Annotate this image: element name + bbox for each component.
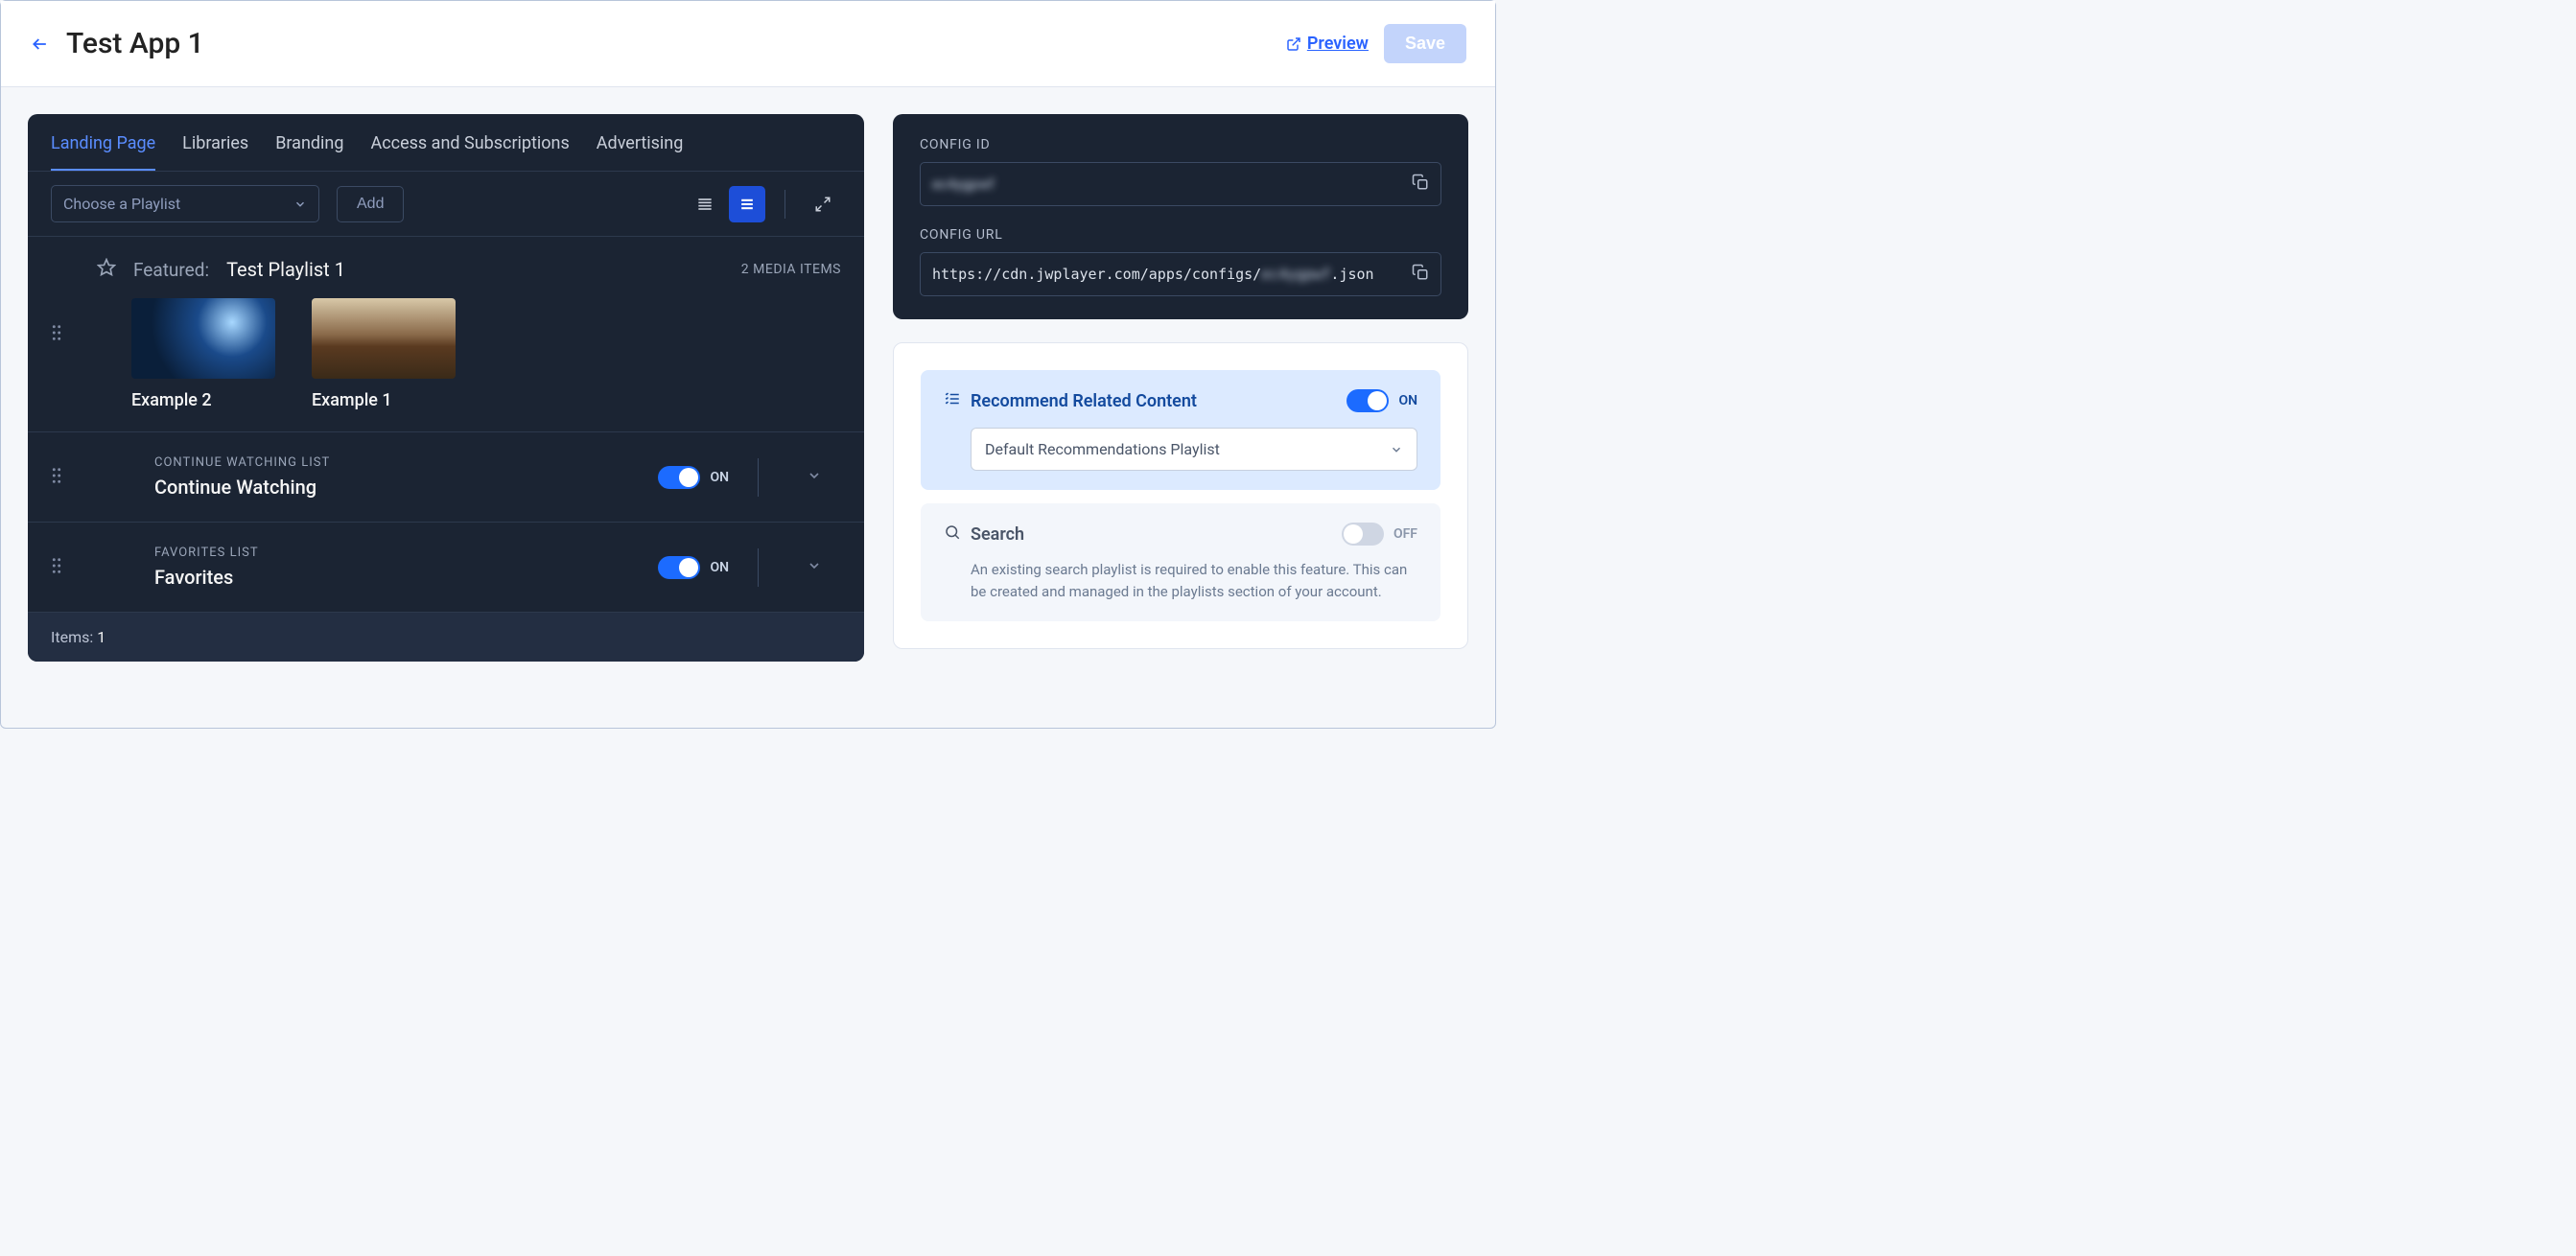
tab-access-subscriptions[interactable]: Access and Subscriptions — [370, 114, 569, 171]
search-title: Search — [971, 524, 1024, 545]
page-title: Test App 1 — [66, 27, 204, 60]
content-area: Landing Page Libraries Branding Access a… — [1, 87, 1495, 688]
copy-button[interactable] — [1412, 174, 1429, 195]
row-actions: ON — [658, 548, 841, 587]
drag-handle-icon[interactable] — [51, 467, 62, 488]
list-icon — [695, 195, 714, 214]
recommendations-select[interactable]: Default Recommendations Playlist — [971, 428, 1417, 471]
expand-icon — [814, 196, 831, 213]
expand-button[interactable] — [805, 186, 841, 222]
chevron-down-icon — [1390, 443, 1403, 456]
view-mode-buttons — [687, 186, 841, 222]
row-subtitle: FAVORITES LIST — [154, 546, 658, 560]
back-arrow-icon[interactable] — [30, 35, 51, 54]
config-panel: CONFIG ID ec4ygpwf CONFIG URL https://cd… — [893, 114, 1468, 319]
playlist-placeholder: Choose a Playlist — [63, 195, 180, 213]
row-title: Continue Watching — [154, 476, 658, 499]
config-url-field[interactable]: https://cdn.jwplayer.com/apps/configs/ec… — [920, 252, 1441, 296]
search-card: Search OFF An existing search playlist i… — [921, 503, 1440, 621]
thumbnail-image — [131, 298, 275, 379]
playlist-select[interactable]: Choose a Playlist — [51, 185, 319, 222]
thumbnails: Example 2 Example 1 — [51, 298, 841, 410]
preview-link[interactable]: Preview — [1286, 34, 1369, 54]
footer: Items: 1 — [28, 613, 864, 662]
expand-row-button[interactable] — [787, 558, 841, 577]
chevron-down-icon — [807, 468, 822, 483]
config-id-field[interactable]: ec4ygpwf — [920, 162, 1441, 206]
list-view-button[interactable] — [687, 186, 723, 222]
tab-advertising[interactable]: Advertising — [597, 114, 684, 171]
toggle-switch[interactable] — [1342, 523, 1384, 546]
recommend-toggle[interactable]: ON — [1347, 389, 1417, 412]
row-toggle[interactable]: ON — [658, 556, 729, 579]
card-header: Recommend Related Content ON — [944, 389, 1417, 412]
config-id-label: CONFIG ID — [920, 137, 1441, 152]
row-info: CONTINUE WATCHING LIST Continue Watching — [89, 455, 658, 499]
tab-libraries[interactable]: Libraries — [182, 114, 248, 171]
row-title: Favorites — [154, 566, 658, 589]
content-row: CONTINUE WATCHING LIST Continue Watching… — [28, 432, 864, 523]
toggle-label: ON — [710, 560, 729, 575]
external-link-icon — [1286, 36, 1301, 52]
sidebar: CONFIG ID ec4ygpwf CONFIG URL https://cd… — [893, 114, 1468, 649]
tab-landing-page[interactable]: Landing Page — [51, 114, 155, 171]
media-item[interactable]: Example 1 — [312, 298, 456, 410]
save-button[interactable]: Save — [1384, 24, 1466, 63]
toolbar: Choose a Playlist Add — [28, 172, 864, 237]
copy-icon — [1412, 264, 1429, 281]
recommend-icon — [944, 390, 961, 411]
chevron-down-icon — [807, 558, 822, 573]
config-url-label: CONFIG URL — [920, 227, 1441, 243]
search-hint: An existing search playlist is required … — [971, 559, 1417, 602]
preview-label: Preview — [1307, 34, 1369, 54]
search-icon — [944, 523, 961, 545]
thumbnail-image — [312, 298, 456, 379]
search-toggle[interactable]: OFF — [1342, 523, 1417, 546]
row-actions: ON — [658, 458, 841, 497]
items-count: 1 — [97, 628, 105, 646]
recommend-card: Recommend Related Content ON Default Rec… — [921, 370, 1440, 490]
toggle-switch[interactable] — [658, 556, 700, 579]
toggle-switch[interactable] — [1347, 389, 1389, 412]
header-right: Preview Save — [1286, 24, 1466, 63]
featured-title: Test Playlist 1 — [226, 258, 345, 281]
drag-handle-icon[interactable] — [51, 557, 62, 578]
row-info: FAVORITES LIST Favorites — [89, 546, 658, 589]
toggle-label: ON — [710, 470, 729, 485]
media-item-label: Example 2 — [131, 390, 275, 410]
main-panel: Landing Page Libraries Branding Access a… — [28, 114, 864, 662]
page-header: Test App 1 Preview Save — [1, 1, 1495, 87]
media-count: 2 MEDIA ITEMS — [741, 262, 841, 277]
header-left: Test App 1 — [30, 27, 204, 60]
star-icon — [97, 258, 116, 281]
media-item-label: Example 1 — [312, 390, 456, 410]
media-item[interactable]: Example 2 — [131, 298, 275, 410]
copy-icon — [1412, 174, 1429, 191]
toggle-label: OFF — [1393, 526, 1417, 542]
settings-panel: Recommend Related Content ON Default Rec… — [893, 342, 1468, 649]
featured-label: Featured: — [133, 259, 209, 281]
tabs: Landing Page Libraries Branding Access a… — [28, 114, 864, 172]
items-prefix: Items: — [51, 628, 93, 646]
content-row: FAVORITES LIST Favorites ON — [28, 523, 864, 613]
expand-row-button[interactable] — [787, 468, 841, 487]
featured-section: Featured: Test Playlist 1 2 MEDIA ITEMS … — [28, 237, 864, 432]
add-button[interactable]: Add — [337, 186, 404, 222]
copy-button[interactable] — [1412, 264, 1429, 285]
compact-list-icon — [738, 195, 757, 214]
toggle-label: ON — [1398, 393, 1417, 408]
recommend-title: Recommend Related Content — [971, 391, 1197, 411]
config-id-value: ec4ygpwf — [932, 175, 995, 193]
row-subtitle: CONTINUE WATCHING LIST — [154, 455, 658, 470]
compact-view-button[interactable] — [729, 186, 765, 222]
chevron-down-icon — [293, 198, 307, 211]
config-url-value: https://cdn.jwplayer.com/apps/configs/ec… — [932, 266, 1374, 283]
card-header: Search OFF — [944, 523, 1417, 546]
tab-branding[interactable]: Branding — [275, 114, 343, 171]
select-value: Default Recommendations Playlist — [985, 440, 1220, 458]
row-toggle[interactable]: ON — [658, 466, 729, 489]
toggle-switch[interactable] — [658, 466, 700, 489]
drag-handle-icon[interactable] — [51, 324, 62, 345]
